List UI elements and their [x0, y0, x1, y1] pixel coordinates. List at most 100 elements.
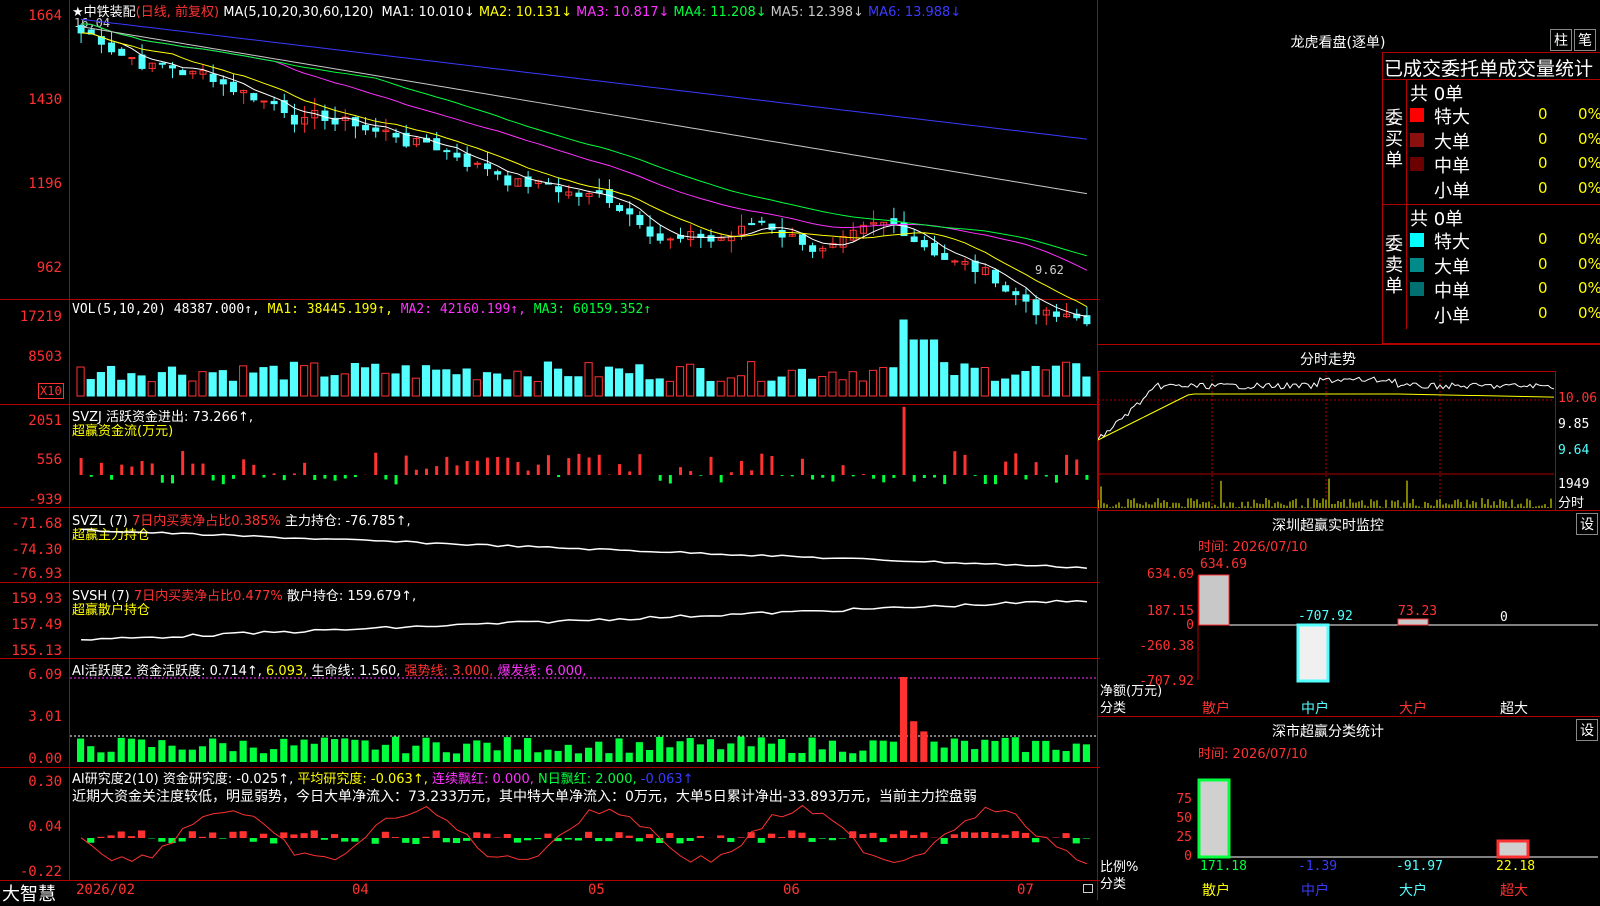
- volume-bar: [727, 378, 734, 396]
- activity-bar: [422, 738, 429, 762]
- volume-bar: [890, 368, 897, 396]
- research-bar: [687, 838, 694, 841]
- research-bar: [809, 838, 816, 842]
- volume-bar: [483, 373, 490, 396]
- activity-bar: [758, 737, 765, 762]
- activity-bar: [128, 739, 135, 762]
- volume-bar: [585, 363, 592, 396]
- monitor-bar: [1298, 625, 1328, 681]
- volume-bar: [128, 374, 135, 396]
- research-bar: [788, 830, 795, 838]
- research-bar: [575, 838, 582, 841]
- candle: [992, 270, 998, 283]
- activity-bar: [382, 745, 389, 762]
- volume-bar: [412, 378, 419, 396]
- volume-bar: [981, 368, 988, 396]
- activity-bar: [260, 753, 267, 762]
- candle: [799, 235, 805, 245]
- research-bar: [402, 838, 409, 843]
- chart-canvas: [0, 0, 1100, 900]
- activity-bar: [361, 740, 368, 762]
- candle: [210, 74, 216, 81]
- activity-bar: [615, 738, 622, 762]
- research-bar: [676, 838, 683, 843]
- research-bar: [951, 834, 958, 838]
- candle: [657, 234, 663, 240]
- volume-bar: [504, 380, 511, 396]
- activity-bar: [717, 749, 724, 762]
- activity-bar: [402, 753, 409, 762]
- activity-bar: [819, 749, 826, 762]
- candle: [220, 80, 226, 84]
- research-bar: [1052, 837, 1059, 838]
- activity-bar: [107, 752, 114, 762]
- volume-bar: [361, 368, 368, 396]
- chart-area[interactable]: ★中铁装配(日线, 前复权) MA(5,10,20,30,60,120) MA1…: [0, 0, 1100, 900]
- candle: [1013, 292, 1019, 295]
- activity-bar: [331, 739, 338, 762]
- activity-bar: [392, 737, 399, 762]
- volume-bar: [910, 340, 917, 396]
- activity-bar: [656, 737, 663, 762]
- activity-bar: [240, 741, 247, 762]
- volume-bar: [392, 374, 399, 396]
- candle: [444, 151, 450, 152]
- research-bar: [544, 834, 551, 838]
- research-bar: [1002, 835, 1009, 838]
- volume-bar: [199, 372, 206, 396]
- research-bar: [910, 835, 917, 838]
- activity-bar: [118, 738, 125, 762]
- activity-bar: [697, 744, 704, 762]
- activity-bar: [869, 740, 876, 762]
- research-bar: [179, 838, 186, 842]
- candle: [322, 111, 328, 120]
- activity-bar: [311, 744, 318, 762]
- candle: [1003, 286, 1009, 291]
- volume-bar: [341, 374, 348, 396]
- volume-bar: [209, 373, 216, 396]
- candle: [749, 224, 755, 225]
- activity-bar: [575, 753, 582, 762]
- research-bar: [961, 832, 968, 838]
- research-bar: [392, 837, 399, 838]
- volume-bar: [433, 370, 440, 396]
- volume-bar: [1022, 371, 1029, 396]
- activity-bar: [463, 744, 470, 762]
- activity-bar: [687, 738, 694, 762]
- candle: [484, 164, 490, 169]
- activity-bar: [646, 750, 653, 762]
- volume-bar: [321, 377, 328, 396]
- activity-bar: [880, 741, 887, 762]
- research-bar: [1083, 838, 1090, 839]
- candle: [373, 128, 379, 131]
- research-bar: [158, 838, 165, 842]
- candle: [139, 55, 145, 68]
- activity-bar: [1032, 741, 1039, 762]
- activity-bar: [768, 744, 775, 762]
- volume-bar: [819, 377, 826, 396]
- activity-bar: [900, 677, 907, 762]
- volume-bar: [1083, 377, 1090, 396]
- activity-bar: [788, 753, 795, 762]
- candle: [271, 101, 277, 103]
- candle: [434, 139, 440, 150]
- ma-line: [81, 33, 1087, 317]
- activity-bar: [270, 749, 277, 762]
- research-bar: [697, 836, 704, 838]
- activity-bar: [809, 738, 816, 762]
- candle: [454, 153, 460, 157]
- volume-bar: [869, 370, 876, 396]
- activity-bar: [514, 750, 521, 762]
- volume-bar: [849, 372, 856, 396]
- activity-bar: [707, 739, 714, 762]
- research-bar: [107, 835, 114, 838]
- candle: [393, 133, 399, 137]
- activity-bar: [1083, 744, 1090, 762]
- activity-bar: [148, 747, 155, 762]
- candle: [617, 206, 623, 211]
- candle: [810, 246, 816, 252]
- ma-line: [81, 27, 1087, 194]
- volume-bar: [971, 368, 978, 396]
- activity-bar: [77, 739, 84, 762]
- research-bar: [280, 832, 287, 838]
